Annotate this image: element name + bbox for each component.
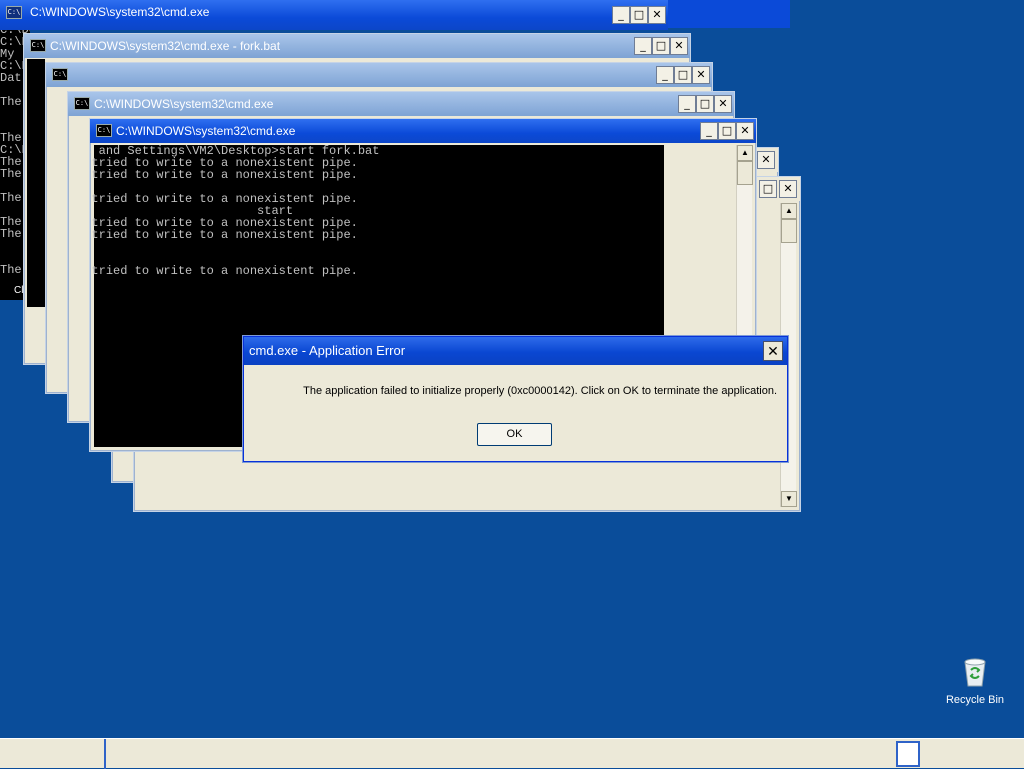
cmd-icon: C:\ (96, 124, 112, 137)
dialog-close-button[interactable]: ✕ (763, 341, 783, 361)
maximize-button[interactable]: □ (674, 66, 692, 84)
cmd-icon: C:\ (52, 68, 68, 81)
cmd-icon: C:\ (30, 39, 46, 52)
error-dialog[interactable]: cmd.exe - Application Error ✕ The applic… (243, 336, 788, 462)
taskbar-divider (104, 739, 106, 769)
close-button[interactable]: ✕ (736, 122, 754, 140)
close-button[interactable]: ✕ (757, 151, 775, 169)
console-line: The process tried to write to a nonexist… (91, 228, 358, 242)
scroll-up-arrow[interactable]: ▲ (781, 203, 797, 219)
window-title: C:\WINDOWS\system32\cmd.exe (30, 5, 210, 19)
console-line: The process tried to write to a nonexist… (91, 168, 358, 182)
taskbar[interactable] (0, 738, 1024, 769)
console-strip-fork (27, 59, 45, 307)
console-line: The process tried to write to a nonexist… (91, 264, 358, 278)
cmd-window-top[interactable]: C:\ C:\WINDOWS\system32\cmd.exe _ □ ✕ (0, 0, 668, 30)
window-title: C:\WINDOWS\system32\cmd.exe - fork.bat (50, 39, 281, 53)
window-title: C:\WINDOWS\system32\cmd.exe (116, 124, 296, 138)
ok-button[interactable]: OK (477, 423, 552, 446)
maximize-button[interactable]: □ (696, 95, 714, 113)
close-button[interactable]: ✕ (670, 37, 688, 55)
maximize-button[interactable]: □ (630, 6, 648, 24)
scroll-thumb[interactable] (781, 219, 797, 243)
scroll-thumb[interactable] (737, 161, 753, 185)
close-button[interactable]: ✕ (779, 180, 797, 198)
minimize-button[interactable]: _ (700, 122, 718, 140)
dialog-message: The application failed to initialize pro… (303, 385, 777, 397)
minimize-button[interactable]: _ (656, 66, 674, 84)
maximize-button[interactable]: □ (718, 122, 736, 140)
recycle-bin-icon (960, 656, 990, 688)
maximize-button[interactable]: □ (759, 180, 777, 198)
recycle-bin[interactable]: Recycle Bin (942, 656, 1008, 706)
close-button[interactable]: ✕ (692, 66, 710, 84)
minimize-button[interactable]: _ (612, 6, 630, 24)
console-text: C:\Documents and Settings\VM2\Desktop>st… (90, 145, 664, 278)
cmd-icon: C:\ (74, 97, 90, 110)
tray-marker (896, 741, 920, 767)
close-button[interactable]: ✕ (714, 95, 732, 113)
recycle-bin-label: Recycle Bin (945, 694, 1005, 706)
dialog-title: cmd.exe - Application Error (244, 337, 787, 365)
window-title: C:\WINDOWS\system32\cmd.exe (94, 97, 274, 111)
scroll-up-arrow[interactable]: ▲ (737, 145, 753, 161)
scroll-down-arrow[interactable]: ▼ (781, 491, 797, 507)
close-button[interactable]: ✕ (648, 6, 666, 24)
minimize-button[interactable]: _ (678, 95, 696, 113)
top-window-blue-extension (668, 0, 790, 28)
cmd-icon: C:\ (6, 6, 22, 19)
minimize-button[interactable]: _ (634, 37, 652, 55)
maximize-button[interactable]: □ (652, 37, 670, 55)
